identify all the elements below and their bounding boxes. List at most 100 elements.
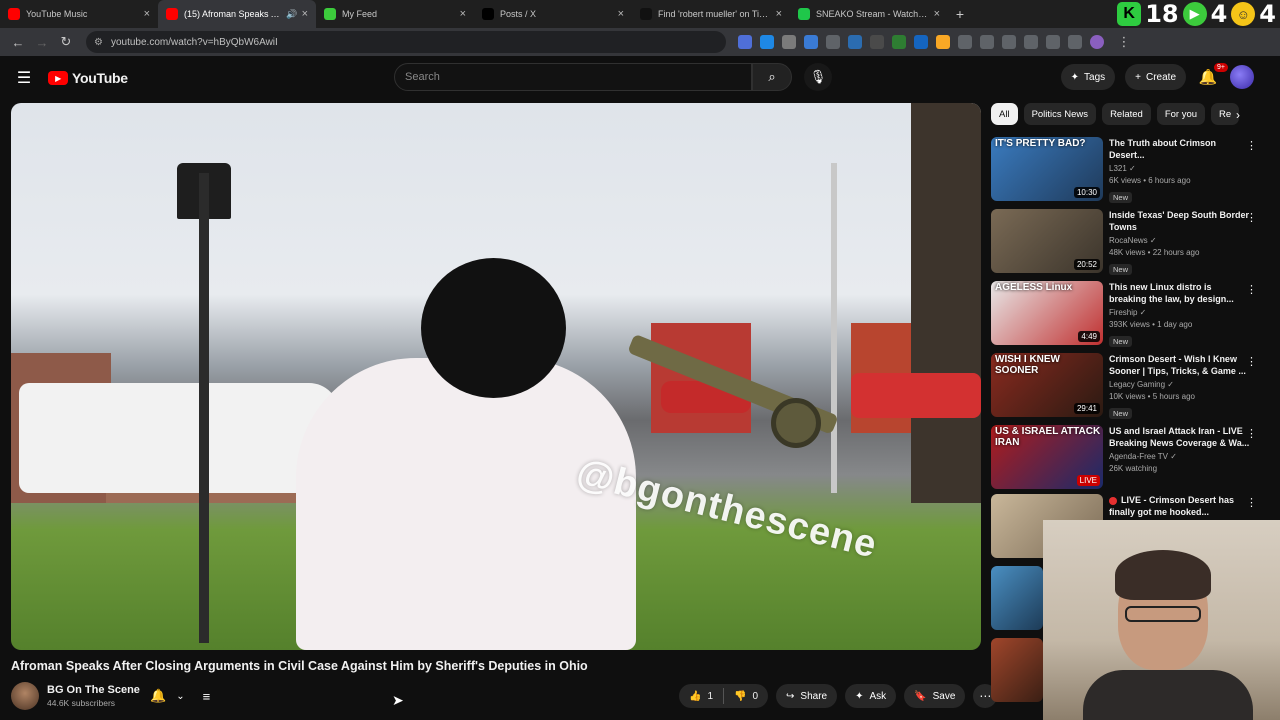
tags-button[interactable]: ✦ Tags xyxy=(1060,64,1116,90)
extension-icon[interactable] xyxy=(738,35,752,49)
chevron-down-icon[interactable]: ⌄ xyxy=(176,691,184,702)
video-player[interactable]: @bgonthescene xyxy=(11,103,981,650)
more-options-icon[interactable]: ⋮ xyxy=(1246,355,1257,368)
video-thumbnail[interactable]: IT'S PRETTY BAD? 10:30 xyxy=(991,137,1103,201)
recommendation-item[interactable]: IT'S PRETTY BAD? 10:30 The Truth about Cri… xyxy=(991,137,1261,205)
recommendation-title[interactable]: Inside Texas' Deep South Border Towns xyxy=(1109,210,1249,232)
extension-icon[interactable] xyxy=(958,35,972,49)
voice-search-button[interactable]: 🎙 xyxy=(804,63,832,91)
ask-button[interactable]: ✦ Ask xyxy=(845,684,897,708)
recommendation-title[interactable]: This new Linux distro is breaking the la… xyxy=(1109,282,1234,304)
browser-tab[interactable]: My Feed × xyxy=(316,0,474,28)
extension-icon[interactable] xyxy=(980,35,994,49)
recommendation-title[interactable]: The Truth about Crimson Desert... xyxy=(1109,138,1216,160)
address-bar[interactable]: ⚙ youtube.com/watch?v=hByQbW6AwiI xyxy=(86,31,726,53)
close-tab-icon[interactable]: × xyxy=(302,8,308,20)
forward-icon[interactable]: → xyxy=(30,35,54,50)
search-input[interactable]: Search xyxy=(394,63,752,91)
chip-politics-news[interactable]: Politics News xyxy=(1023,103,1097,125)
close-tab-icon[interactable]: × xyxy=(934,8,940,20)
extension-icon[interactable] xyxy=(936,35,950,49)
extension-icon[interactable] xyxy=(870,35,884,49)
browser-tab[interactable]: Posts / X × xyxy=(474,0,632,28)
profile-icon[interactable] xyxy=(1090,35,1104,49)
close-tab-icon[interactable]: × xyxy=(618,8,624,20)
recommendation-title[interactable]: US and Israel Attack Iran - LIVE Breakin… xyxy=(1109,426,1249,448)
menu-dots-icon[interactable]: ⋮ xyxy=(1112,34,1136,50)
user-avatar[interactable] xyxy=(1230,65,1254,89)
subscriber-count: 44.6K subscribers xyxy=(47,698,116,708)
tab-title: SNEAKO Stream - Watch Live o xyxy=(816,9,930,19)
video-thumbnail[interactable] xyxy=(991,566,1043,630)
chip-for-you[interactable]: For you xyxy=(1156,103,1206,125)
browser-tab[interactable]: (15) Afroman Speaks After 🔊 × xyxy=(158,0,316,28)
thumbnail-text: IT'S PRETTY BAD? xyxy=(995,138,1086,149)
more-options-icon[interactable]: ⋮ xyxy=(1246,496,1257,509)
extension-icon[interactable] xyxy=(804,35,818,49)
recommendation-channel[interactable]: Agenda-Free TV ✓ xyxy=(1109,451,1251,463)
chip-re[interactable]: Re xyxy=(1211,103,1240,125)
extension-icon[interactable] xyxy=(826,35,840,49)
extension-icon[interactable] xyxy=(914,35,928,49)
chip-related[interactable]: Related xyxy=(1102,103,1151,125)
back-icon[interactable]: ← xyxy=(6,35,30,50)
bell-icon[interactable]: 🔔 xyxy=(150,688,166,704)
video-thumbnail[interactable]: 20:52 xyxy=(991,209,1103,273)
extension-icon[interactable] xyxy=(1046,35,1060,49)
create-button[interactable]: + Create xyxy=(1125,64,1186,90)
recommendation-channel[interactable]: Fireship ✓ xyxy=(1109,307,1251,319)
more-options-icon[interactable]: ⋮ xyxy=(1246,211,1257,224)
video-thumbnail[interactable] xyxy=(991,638,1043,702)
share-button[interactable]: ↪ Share xyxy=(776,684,838,708)
counter-value-2: 4 xyxy=(1210,0,1228,28)
dislike-button[interactable]: 👎 0 xyxy=(724,691,768,702)
extension-icon[interactable] xyxy=(1024,35,1038,49)
tag-icon: ✦ xyxy=(1070,71,1080,83)
more-options-icon[interactable]: ⋮ xyxy=(1246,427,1257,440)
save-button[interactable]: 🔖 Save xyxy=(904,684,966,708)
new-badge: New xyxy=(1109,336,1133,348)
like-button[interactable]: 👍 1 xyxy=(679,691,723,702)
extension-icon[interactable] xyxy=(1002,35,1016,49)
reload-icon[interactable]: ↻ xyxy=(54,34,78,50)
recommendation-title[interactable]: LIVE - Crimson Desert has finally got me… xyxy=(1109,495,1234,517)
recommendation-item[interactable]: AGELESS Linux 4:49 This new Linux distro i… xyxy=(991,281,1261,349)
chevron-right-icon[interactable]: › xyxy=(1236,108,1240,122)
more-options-icon[interactable]: ⋮ xyxy=(1246,139,1257,152)
browser-tab[interactable]: SNEAKO Stream - Watch Live o × xyxy=(790,0,948,28)
recommendation-item[interactable]: US & ISRAEL ATTACK IRAN LIVE US and Israel… xyxy=(991,425,1261,489)
recommendation-item[interactable]: 20:52 Inside Texas' Deep South Border Tow… xyxy=(991,209,1261,277)
tab-title: (15) Afroman Speaks After xyxy=(184,9,283,19)
extension-icon[interactable] xyxy=(760,35,774,49)
close-tab-icon[interactable]: × xyxy=(460,8,466,20)
more-options-icon[interactable]: ⋮ xyxy=(1246,283,1257,296)
channel-avatar[interactable] xyxy=(11,682,39,710)
search-button[interactable]: ⌕ xyxy=(752,63,792,91)
browser-tab[interactable]: Find 'robert mueller' on TikTok × xyxy=(632,0,790,28)
site-info-icon[interactable]: ⚙ xyxy=(94,37,103,48)
chip-all[interactable]: All xyxy=(991,103,1018,125)
recommendation-channel[interactable]: Legacy Gaming ✓ xyxy=(1109,379,1251,391)
video-thumbnail[interactable]: AGELESS Linux 4:49 xyxy=(991,281,1103,345)
extension-icon[interactable] xyxy=(892,35,906,49)
close-tab-icon[interactable]: × xyxy=(776,8,782,20)
extension-icon[interactable] xyxy=(848,35,862,49)
channel-name[interactable]: BG On The Scene xyxy=(47,684,140,696)
notifications-button[interactable]: 🔔 9+ xyxy=(1196,63,1228,86)
youtube-logo[interactable]: ▶ YouTube xyxy=(48,70,128,86)
extension-icon[interactable] xyxy=(782,35,796,49)
recommendation-item[interactable]: WISH I KNEW SOONER 29:41 Crimson Desert - … xyxy=(991,353,1261,421)
recommendation-channel[interactable]: RocaNews ✓ xyxy=(1109,235,1251,247)
kick-icon: K xyxy=(1117,2,1142,26)
recommendation-title[interactable]: Crimson Desert - Wish I Knew Sooner | Ti… xyxy=(1109,354,1246,376)
extension-icon[interactable] xyxy=(1068,35,1082,49)
recommendation-channel[interactable]: L321 ✓ xyxy=(1109,163,1251,175)
browser-tab[interactable]: YouTube Music × xyxy=(0,0,158,28)
video-thumbnail[interactable]: US & ISRAEL ATTACK IRAN LIVE xyxy=(991,425,1103,489)
hamburger-menu-icon[interactable]: ☰ xyxy=(0,68,48,88)
video-thumbnail[interactable]: WISH I KNEW SOONER 29:41 xyxy=(991,353,1103,417)
new-tab-button[interactable]: + xyxy=(948,6,972,22)
playlist-add-icon[interactable]: ≡ xyxy=(203,689,211,704)
close-tab-icon[interactable]: × xyxy=(144,8,150,20)
speaker-icon[interactable]: 🔊 xyxy=(286,9,297,20)
